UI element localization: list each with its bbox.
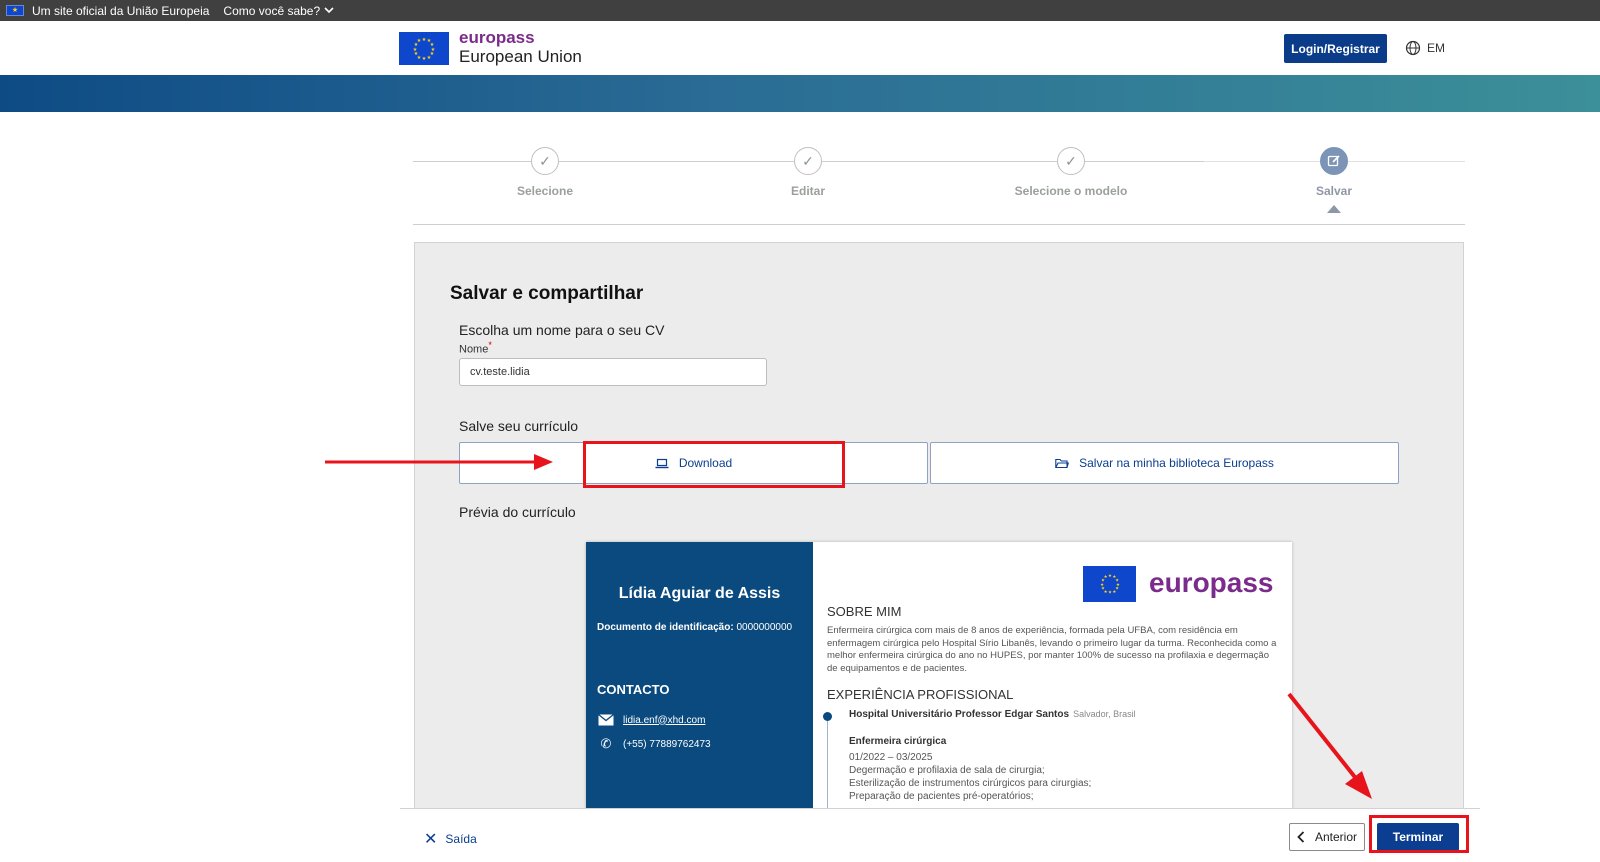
previous-button[interactable]: Anterior (1289, 823, 1365, 851)
progress-stepper: ✓ Selecione ✓ Editar ✓ Selecione o model… (413, 147, 1465, 225)
cv-employer: Hospital Universitário Professor Edgar S… (849, 709, 1070, 720)
step-select-template[interactable]: ✓ Selecione o modelo (971, 147, 1171, 198)
chevron-left-icon (1297, 831, 1305, 843)
download-label: Download (678, 456, 733, 470)
step-label: Editar (790, 184, 825, 198)
save-share-panel: Salvar e compartilhar Escolha um nome pa… (414, 242, 1464, 812)
step-save[interactable]: Salvar (1234, 147, 1434, 213)
cv-email[interactable]: lidia.enf@xhd.com (623, 715, 705, 726)
step-edit[interactable]: ✓ Editar (708, 147, 908, 198)
cv-email-row: lidia.enf@xhd.com (597, 713, 705, 727)
name-label-text: Nome (459, 343, 489, 356)
chevron-down-icon (324, 7, 334, 14)
check-icon: ✓ (531, 147, 559, 175)
cv-employer-row: Hospital Universitário Professor Edgar S… (849, 709, 1136, 720)
check-icon: ✓ (794, 147, 822, 175)
svg-text:★: ★ (1103, 574, 1107, 580)
svg-text:★: ★ (1112, 589, 1116, 595)
save-to-library-label: Salvar na minha biblioteca Europass (1079, 456, 1274, 470)
cv-person-name: Lídia Aguiar de Assis (618, 585, 781, 602)
eu-stars-icon: ★ ★★★ ★★★★ ★★★★ (413, 37, 436, 62)
svg-text:★: ★ (417, 38, 422, 44)
cv-location: Salvador, Brasil (1073, 709, 1136, 719)
cv-timeline (827, 715, 828, 812)
cv-timeline-dot (823, 712, 832, 721)
cv-about-text: Enfermeira cirúrgica com mais de 8 anos … (827, 625, 1277, 674)
cv-id-document: Documento de identificação: 0000000000 (597, 622, 802, 634)
official-eu-bar: ★ Um site oficial da União Europeia Como… (0, 0, 1600, 21)
cv-dates: 01/2022 – 03/2025 (849, 752, 933, 763)
cv-duty: Preparação de pacientes pré-operatórios; (849, 791, 1034, 802)
org-name: European Union (459, 47, 582, 66)
mail-icon (597, 713, 615, 727)
close-icon: ✕ (424, 831, 438, 848)
laptop-icon (655, 458, 669, 468)
step-select[interactable]: ✓ Selecione (445, 147, 645, 198)
how-do-you-know-label: Como você sabe? (223, 3, 321, 18)
cv-eu-flag-icon: ★ ★ ★ ★ ★ ★ ★ ★ ★ ★ ★ ★ (1083, 566, 1136, 602)
eu-logo-flag-icon[interactable]: ★ ★ ★ ★ ★ ★ ★ ★ ★ ★ ★ ★ (399, 32, 449, 65)
exit-button[interactable]: ✕ Saída (424, 829, 477, 849)
wizard-footer: ✕ Saída Anterior Terminar (400, 808, 1480, 862)
step-label: Selecione (516, 184, 574, 198)
previous-label: Anterior (1314, 830, 1358, 844)
cv-sidebar: Lídia Aguiar de Assis Documento de ident… (586, 542, 813, 812)
header-gradient-band (0, 75, 1600, 112)
cv-phone: (+55) 77889762473 (623, 738, 711, 750)
cv-id-label: Documento de identificação: (597, 622, 734, 633)
svg-text:★: ★ (1108, 590, 1112, 596)
svg-text:★: ★ (1108, 573, 1112, 579)
eu-flag-icon: ★ (6, 5, 24, 16)
login-register-button[interactable]: Login/Registrar (1284, 34, 1387, 63)
phone-icon: ✆ (600, 736, 612, 751)
cv-duty: Esterilização de instrumentos cirúrgicos… (849, 778, 1092, 789)
page-title: Salvar e compartilhar (450, 283, 644, 304)
cv-role-text: Enfermeira cirúrgica (849, 736, 947, 747)
cv-role: Enfermeira cirúrgica (849, 736, 946, 747)
exit-label: Saída (445, 832, 477, 846)
svg-text:★: ★ (427, 55, 432, 61)
check-icon: ✓ (1057, 147, 1085, 175)
cv-phone-row: ✆ (+55) 77889762473 (597, 736, 711, 751)
save-cv-label: Salve seu currículo (459, 418, 579, 434)
site-header: ★ ★ ★ ★ ★ ★ ★ ★ ★ ★ ★ ★ europass European Union L… (0, 21, 1600, 75)
site-logo[interactable]: europass European Union (459, 29, 582, 67)
cv-about-title: SOBRE MIM (827, 604, 902, 619)
how-do-you-know-toggle[interactable]: Como você sabe? (223, 4, 334, 18)
name-field-label: Nome* (459, 340, 492, 356)
download-button[interactable]: Download (459, 442, 928, 484)
official-site-text: Um site oficial da União Europeia (32, 3, 210, 18)
brand-name: europass (459, 28, 535, 47)
step-label: Salvar (1315, 184, 1353, 198)
finish-button[interactable]: Terminar (1377, 823, 1459, 851)
cv-name-prompt: Escolha um nome para o seu CV (459, 322, 665, 338)
active-step-indicator (1327, 205, 1341, 213)
cv-preview: Lídia Aguiar de Assis Documento de ident… (586, 542, 1292, 812)
cv-id-value: 0000000000 (736, 622, 793, 633)
save-to-library-button[interactable]: Salvar na minha biblioteca Europass (930, 442, 1399, 484)
edit-icon (1320, 147, 1348, 175)
folder-icon (1055, 458, 1070, 468)
svg-text:★: ★ (422, 56, 427, 62)
cv-duty: Degermação e profilaxia de sala de cirur… (849, 765, 1045, 776)
cv-europass-brand: europass (1149, 567, 1274, 598)
step-label: Selecione o modelo (1014, 184, 1128, 198)
language-code: EM (1427, 41, 1445, 55)
cv-preview-label: Prévia do currículo (459, 504, 576, 520)
cv-contact-title: CONTACTO (597, 682, 670, 697)
language-selector[interactable]: EM (1405, 40, 1445, 56)
cv-experience-title: EXPERIÊNCIA PROFISSIONAL (827, 687, 1014, 702)
cv-name-input[interactable] (459, 358, 767, 386)
cv-main-content: ★ ★ ★ ★ ★ ★ ★ ★ ★ ★ ★ ★ europass SOBRE MIM Enferm… (813, 542, 1292, 812)
globe-icon (1405, 40, 1421, 56)
